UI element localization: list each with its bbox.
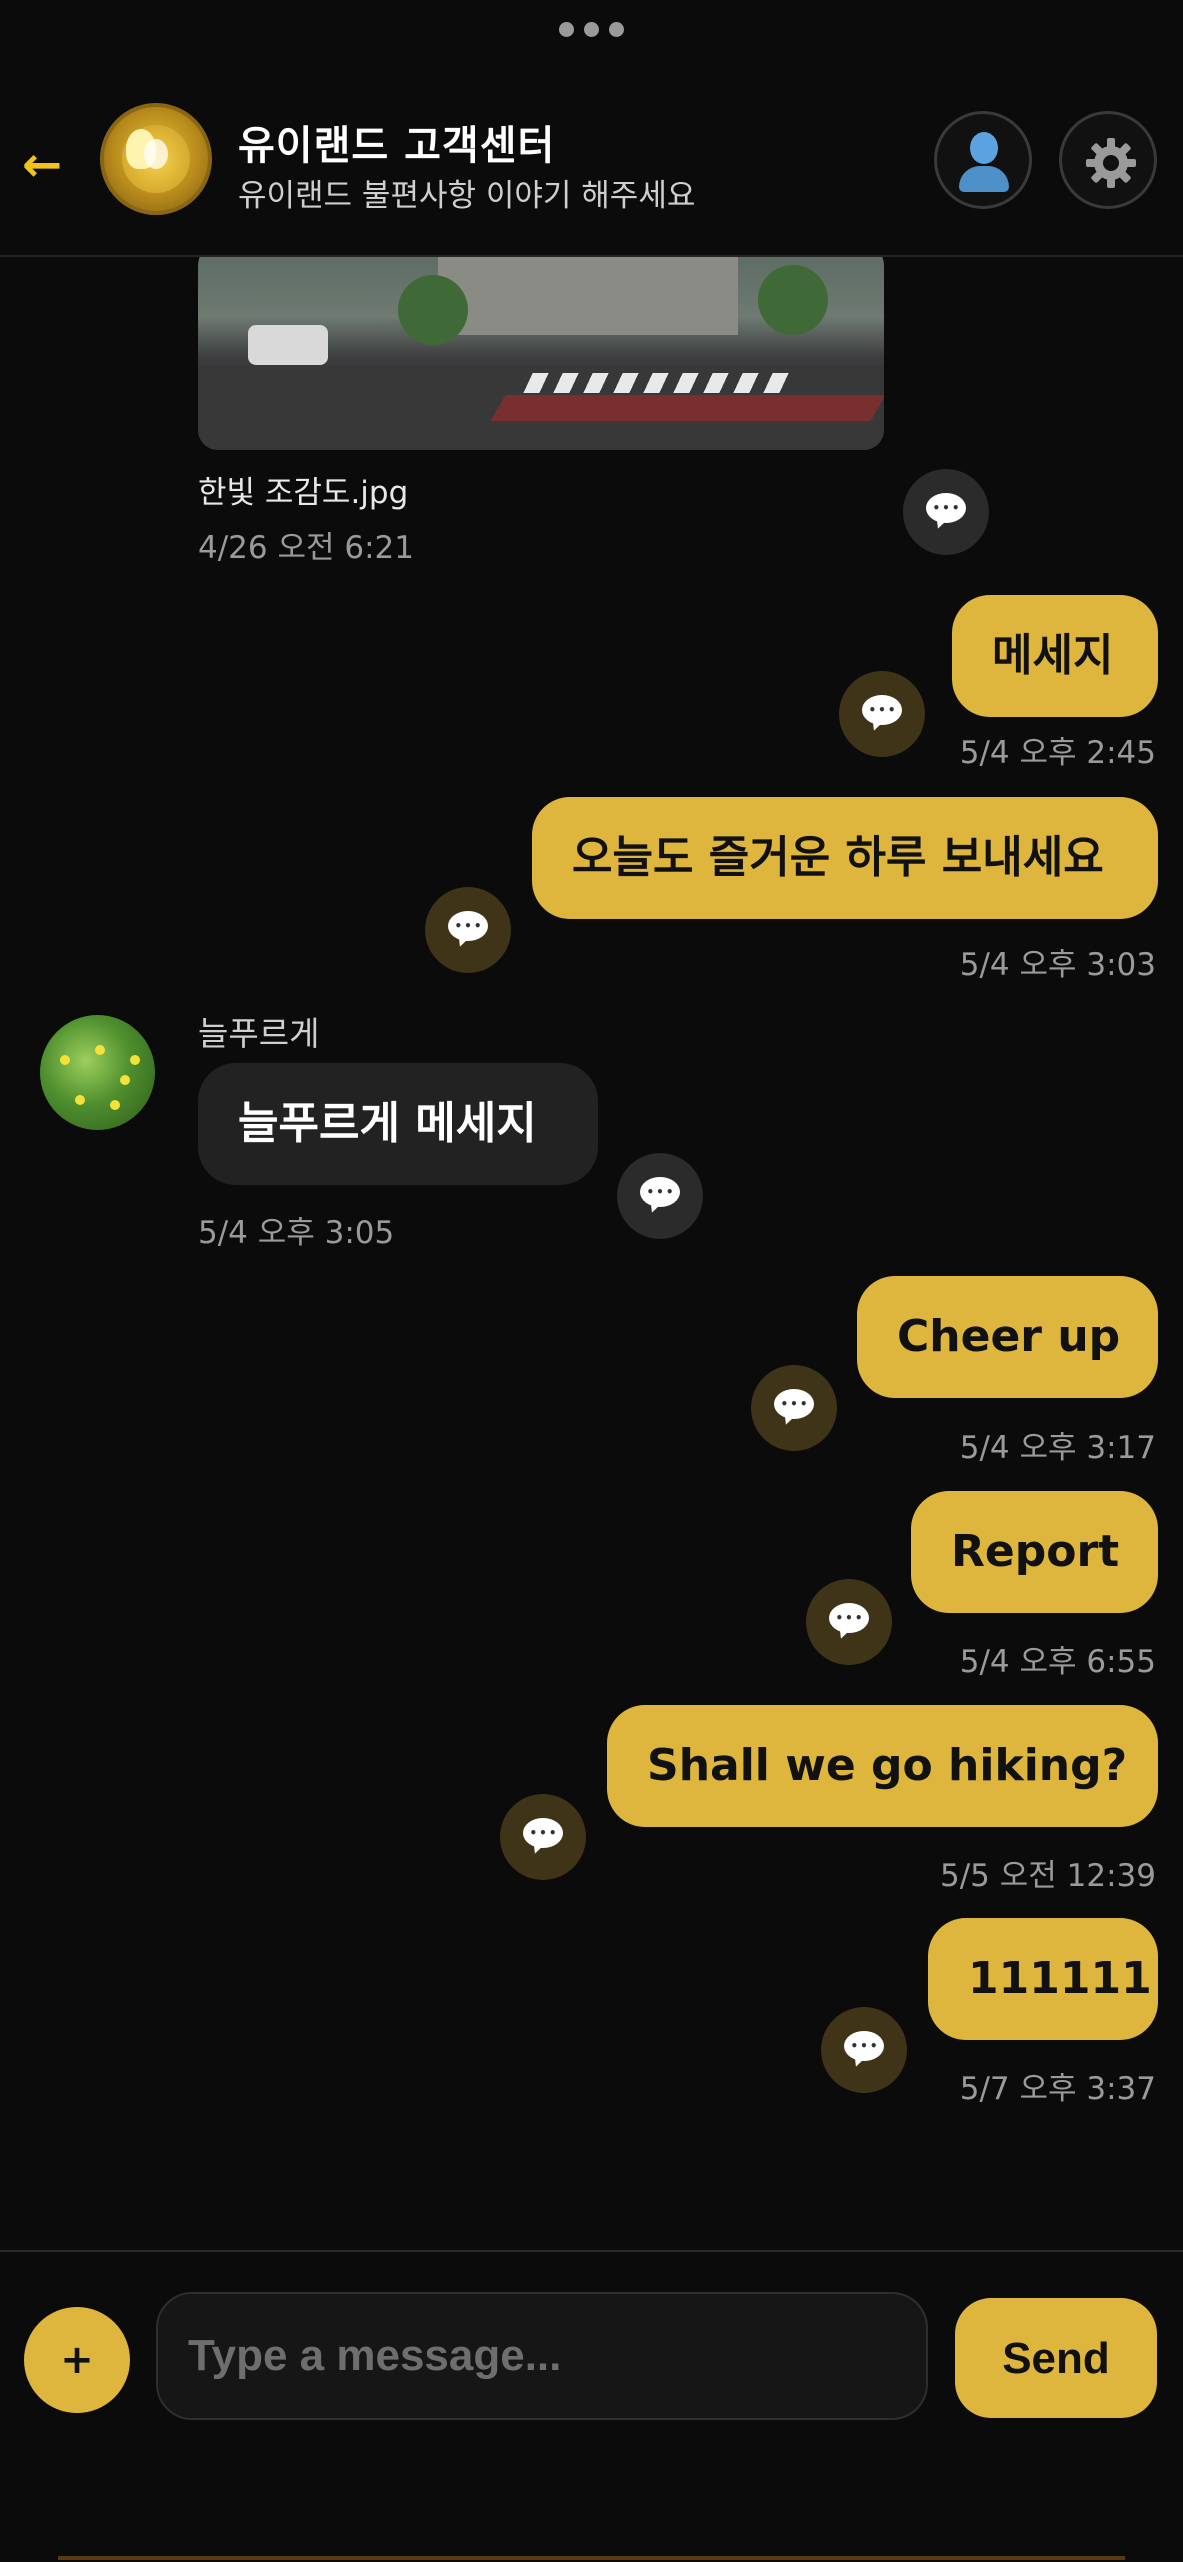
send-button[interactable]: Send [955, 2298, 1157, 2418]
message-time: 5/5 오전 12:39 [940, 1858, 1156, 1894]
attach-plus-button[interactable]: + [24, 2307, 130, 2413]
channel-logo [100, 103, 212, 215]
image-attachment[interactable] [198, 257, 884, 450]
message-time: 5/4 오후 3:17 [959, 1430, 1156, 1466]
message-time: 5/4 오후 3:03 [959, 947, 1156, 983]
reaction-button[interactable]: ••• [751, 1365, 837, 1451]
reaction-button[interactable]: ••• [806, 1579, 892, 1665]
reaction-button[interactable]: ••• [617, 1153, 703, 1239]
settings-button[interactable] [1059, 111, 1157, 209]
message-bubble[interactable]: 111111 [928, 1918, 1158, 2040]
message-time: 5/7 오후 3:37 [959, 2071, 1156, 2107]
reaction-button[interactable]: ••• [839, 671, 925, 757]
chat-subtitle: 유이랜드 불편사항 이야기 해주세요 [238, 178, 696, 214]
message-bubble[interactable]: Report [911, 1491, 1158, 1613]
reaction-button[interactable]: ••• [903, 469, 989, 555]
avatar[interactable] [40, 1015, 155, 1130]
reaction-button[interactable]: ••• [500, 1794, 586, 1880]
message-input[interactable] [156, 2292, 928, 2420]
message-time: 5/4 오후 3:05 [198, 1215, 395, 1251]
arrow-left-icon[interactable]: ← [22, 135, 82, 195]
reaction-button[interactable]: ••• [821, 2007, 907, 2093]
top-menu-dots[interactable] [0, 22, 1183, 41]
message-bubble[interactable]: 오늘도 즐거운 하루 보내세요 [532, 797, 1158, 919]
message-bubble[interactable]: 메세지 [952, 595, 1158, 717]
attachment-filename[interactable]: 한빛 조감도.jpg [198, 467, 408, 512]
chat-header: ← 유이랜드 고객센터 유이랜드 불편사항 이야기 해주세요 [0, 85, 1183, 257]
chat-title: 유이랜드 고객센터 [238, 123, 556, 169]
profile-button[interactable] [934, 111, 1032, 209]
message-time: 5/4 오후 6:55 [959, 1644, 1156, 1680]
message-time: 5/4 오후 2:45 [959, 735, 1156, 771]
reaction-button[interactable]: ••• [425, 887, 511, 973]
gear-icon [1086, 138, 1136, 188]
message-bubble[interactable]: Shall we go hiking? [607, 1705, 1158, 1827]
message-bubble[interactable]: Cheer up [857, 1276, 1158, 1398]
home-indicator [58, 2556, 1125, 2560]
message-composer: + Send [0, 2250, 1183, 2562]
sender-name: 늘푸르게 [198, 1014, 320, 1053]
message-bubble[interactable]: 늘푸르게 메세지 [198, 1063, 598, 1185]
message-list[interactable]: 한빛 조감도.jpg 4/26 오전 6:21 ••• 메세지 ••• 5/4 … [0, 257, 1183, 2250]
message-time: 4/26 오전 6:21 [198, 530, 414, 566]
